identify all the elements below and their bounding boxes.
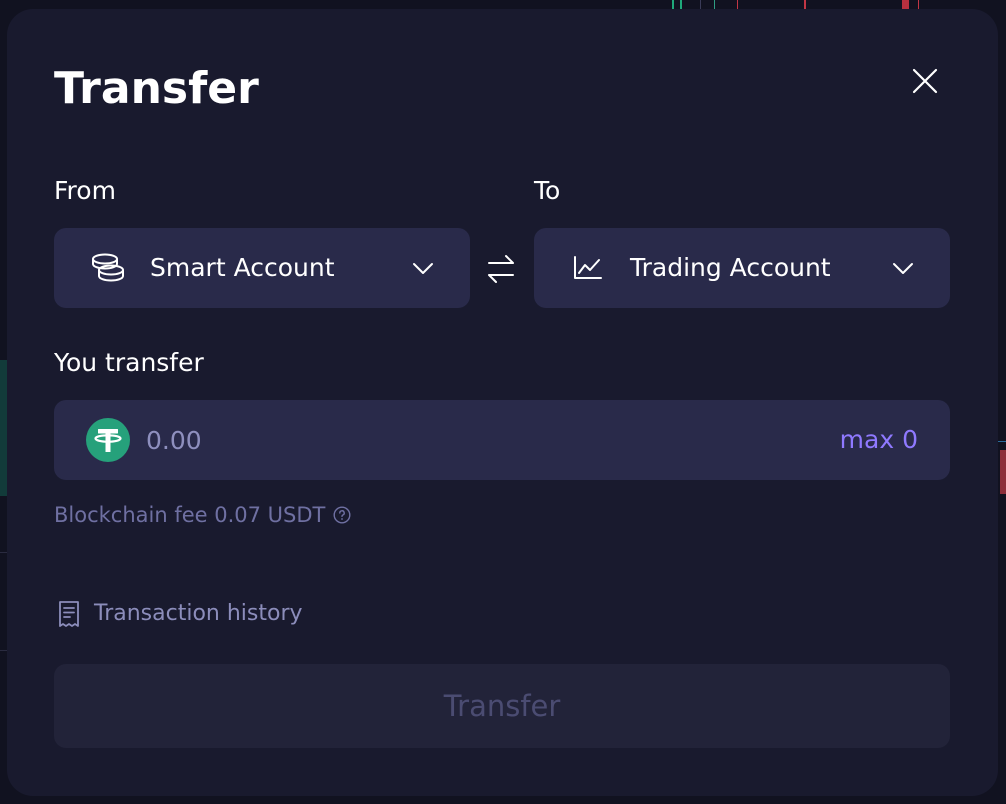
modal-title: Transfer bbox=[54, 63, 259, 114]
from-account-label: Smart Account bbox=[150, 253, 335, 282]
amount-label: You transfer bbox=[54, 348, 204, 377]
swap-arrows-icon bbox=[488, 255, 514, 283]
from-label: From bbox=[54, 176, 116, 205]
help-icon[interactable] bbox=[333, 506, 351, 524]
amount-field: max 0 bbox=[54, 400, 950, 480]
coins-icon bbox=[92, 253, 124, 282]
close-icon bbox=[912, 68, 938, 94]
chart-line-icon bbox=[574, 256, 602, 279]
amount-input[interactable] bbox=[146, 418, 746, 462]
chevron-down-icon bbox=[893, 263, 913, 274]
transfer-modal: Transfer From To Smart Account Trading A… bbox=[7, 9, 998, 796]
transaction-history-label: Transaction history bbox=[94, 601, 303, 626]
to-account-select[interactable]: Trading Account bbox=[534, 228, 950, 308]
to-label: To bbox=[534, 176, 561, 205]
to-account-label: Trading Account bbox=[630, 253, 831, 282]
swap-accounts-button[interactable] bbox=[485, 254, 517, 284]
transaction-history-link[interactable]: Transaction history bbox=[57, 599, 303, 629]
close-button[interactable] bbox=[909, 65, 941, 97]
receipt-icon bbox=[59, 601, 79, 627]
transfer-submit-button[interactable]: Transfer bbox=[54, 664, 950, 748]
usdt-icon bbox=[86, 418, 130, 462]
from-account-select[interactable]: Smart Account bbox=[54, 228, 470, 308]
max-button[interactable]: max 0 bbox=[840, 424, 918, 456]
fee-text: Blockchain fee 0.07 USDT bbox=[54, 503, 326, 527]
fee-info: Blockchain fee 0.07 USDT bbox=[54, 501, 351, 529]
chevron-down-icon bbox=[413, 263, 433, 274]
